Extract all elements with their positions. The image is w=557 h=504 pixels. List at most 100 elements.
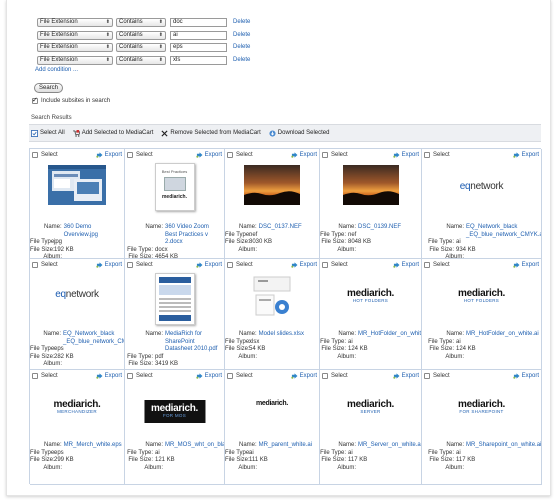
include-subsites-checkbox[interactable] bbox=[32, 96, 38, 104]
add-condition-link[interactable]: Add condition ... bbox=[35, 67, 78, 73]
field-select[interactable]: File Extension ⬍ bbox=[37, 30, 113, 40]
select-checkbox-label[interactable]: Select bbox=[32, 373, 58, 379]
select-checkbox-label[interactable]: Select bbox=[32, 152, 58, 158]
result-tile[interactable]: Select Export eqnetwork Name: EQ_Network_bla… bbox=[422, 149, 542, 259]
thumbnail[interactable]: eqnetwork bbox=[460, 181, 504, 192]
delete-condition-link[interactable]: Delete bbox=[233, 44, 250, 50]
thumbnail[interactable] bbox=[154, 273, 195, 325]
file-name-link[interactable]: EQ_Network_black _EQ_blue_network_CMYK.a… bbox=[466, 224, 541, 239]
thumbnail[interactable]: Best Practices mediarich. bbox=[154, 163, 195, 211]
select-checkbox-label[interactable]: Select bbox=[127, 152, 153, 158]
thumbnail[interactable]: mediarich. SERVER bbox=[347, 400, 394, 415]
result-tile[interactable]: Select Export mediarich. SERVER Name: MR_Serv… bbox=[320, 370, 422, 485]
select-checkbox-label[interactable]: Select bbox=[227, 262, 253, 268]
thumbnail[interactable] bbox=[48, 165, 106, 205]
thumbnail[interactable]: mediarich. FOR MOS bbox=[143, 400, 206, 423]
export-link[interactable]: Export bbox=[195, 373, 222, 379]
thumbnail[interactable] bbox=[244, 165, 300, 205]
delete-condition-link[interactable]: Delete bbox=[233, 32, 250, 38]
result-tile[interactable]: Select Export mediarich. HOT FOLDERS Name: MR… bbox=[320, 259, 422, 370]
select-checkbox[interactable] bbox=[32, 262, 38, 268]
select-checkbox[interactable] bbox=[424, 373, 430, 379]
select-checkbox[interactable] bbox=[424, 262, 430, 268]
thumbnail[interactable]: mediarich. HOT FOLDERS bbox=[347, 289, 394, 304]
select-checkbox-label[interactable]: Select bbox=[127, 262, 153, 268]
file-name-link[interactable]: MR_Server_on_white.ai bbox=[358, 442, 421, 450]
select-checkbox-label[interactable]: Select bbox=[424, 373, 450, 379]
result-tile[interactable]: Select Export Name: DSC_0139.NEF File Type: n… bbox=[320, 149, 422, 259]
select-checkbox[interactable] bbox=[127, 373, 133, 379]
export-link[interactable]: Export bbox=[392, 373, 419, 379]
file-name-link[interactable]: MR_HotFolder_on_white.ai bbox=[466, 331, 539, 339]
select-all-button[interactable]: Select All bbox=[31, 129, 65, 137]
select-checkbox[interactable] bbox=[32, 152, 38, 158]
condition-value-input[interactable]: eps bbox=[170, 42, 227, 52]
thumbnail[interactable] bbox=[342, 165, 399, 205]
search-button[interactable]: Search bbox=[34, 83, 64, 93]
export-link[interactable]: Export bbox=[95, 152, 122, 158]
select-checkbox[interactable] bbox=[127, 262, 133, 268]
add-to-mediacart-button[interactable]: Add Selected to MediaCart bbox=[72, 129, 153, 137]
select-checkbox-label[interactable]: Select bbox=[322, 262, 348, 268]
operator-select[interactable]: Contains ⬍ bbox=[116, 17, 166, 27]
condition-value-input[interactable]: ai bbox=[170, 30, 227, 40]
file-name-link[interactable]: DSC_0137.NEF bbox=[259, 224, 319, 232]
result-tile[interactable]: Select Export Name: DSC_0137.NEF File Type: n… bbox=[225, 149, 320, 259]
select-checkbox[interactable] bbox=[322, 262, 328, 268]
select-checkbox-label[interactable]: Select bbox=[424, 152, 450, 158]
operator-select[interactable]: Contains ⬍ bbox=[116, 42, 166, 52]
export-link[interactable]: Export bbox=[95, 373, 122, 379]
result-tile[interactable]: Select Export Name: 360 Demo Overview.jpg Fi… bbox=[30, 149, 125, 259]
export-link[interactable]: Export bbox=[392, 262, 419, 268]
select-checkbox[interactable] bbox=[322, 373, 328, 379]
export-link[interactable]: Export bbox=[290, 152, 317, 158]
export-link[interactable]: Export bbox=[290, 262, 317, 268]
field-select[interactable]: File Extension ⬍ bbox=[37, 42, 113, 52]
operator-select[interactable]: Contains ⬍ bbox=[116, 30, 166, 40]
export-link[interactable]: Export bbox=[512, 262, 539, 268]
result-tile[interactable]: Select Export Name: MediaRich for SharePoin… bbox=[125, 259, 225, 370]
select-checkbox[interactable] bbox=[227, 152, 233, 158]
select-checkbox[interactable] bbox=[227, 262, 233, 268]
result-tile[interactable]: Select Export mediarich. MERCHANDIZER Name: M… bbox=[30, 370, 125, 485]
delete-condition-link[interactable]: Delete bbox=[233, 19, 250, 25]
file-name-link[interactable]: MR_HotFolder_on_white.ai bbox=[358, 331, 421, 339]
file-name-link[interactable]: MediaRich for SharePoint Datasheet 2010.… bbox=[165, 331, 220, 354]
remove-from-mediacart-button[interactable]: Remove Selected from MediaCart bbox=[161, 129, 261, 137]
select-checkbox-label[interactable]: Select bbox=[127, 373, 153, 379]
condition-value-input[interactable]: xls bbox=[170, 55, 227, 65]
field-select[interactable]: File Extension ⬍ bbox=[37, 55, 113, 65]
file-name-link[interactable]: MR_parent_white.ai bbox=[259, 442, 319, 450]
result-tile[interactable]: Select Export mediarich. HOT FOLDERS Name: MR… bbox=[422, 259, 542, 370]
result-tile[interactable]: Select Export Name: Model slides.xlsx File T… bbox=[225, 259, 320, 370]
export-link[interactable]: Export bbox=[392, 152, 419, 158]
export-link[interactable]: Export bbox=[512, 373, 539, 379]
file-name-link[interactable]: MR_MOS_wht_on_black.ai bbox=[165, 442, 224, 450]
select-checkbox-label[interactable]: Select bbox=[424, 262, 450, 268]
select-checkbox-label[interactable]: Select bbox=[227, 373, 253, 379]
thumbnail[interactable] bbox=[250, 275, 294, 319]
field-select[interactable]: File Extension ⬍ bbox=[37, 17, 113, 27]
select-checkbox-label[interactable]: Select bbox=[32, 262, 58, 268]
download-selected-button[interactable]: Download Selected bbox=[269, 129, 329, 137]
file-name-link[interactable]: Model slides.xlsx bbox=[259, 331, 319, 339]
export-link[interactable]: Export bbox=[290, 373, 317, 379]
export-link[interactable]: Export bbox=[195, 262, 222, 268]
file-name-link[interactable]: DSC_0139.NEF bbox=[358, 224, 415, 232]
thumbnail[interactable]: mediarich. HOT FOLDERS bbox=[458, 289, 505, 304]
select-checkbox-label[interactable]: Select bbox=[322, 152, 348, 158]
select-checkbox[interactable] bbox=[227, 373, 233, 379]
file-name-link[interactable]: 360 Video Zoom Best Practices v 2.docx bbox=[165, 224, 220, 247]
result-tile[interactable]: Select Export mediarich. FOR MOS Name: MR_MOS… bbox=[125, 370, 225, 485]
file-name-link[interactable]: 360 Demo Overview.jpg bbox=[64, 224, 124, 239]
select-checkbox[interactable] bbox=[127, 152, 133, 158]
file-name-link[interactable]: EQ_Network_black _EQ_blue_network_CMYK.e… bbox=[63, 331, 124, 346]
thumbnail[interactable]: mediarich. FOR SHAREPOINT bbox=[458, 400, 505, 415]
result-tile[interactable]: Select Export Best Practices mediarich. Name… bbox=[125, 149, 225, 259]
delete-condition-link[interactable]: Delete bbox=[233, 57, 250, 63]
select-checkbox[interactable] bbox=[32, 373, 38, 379]
thumbnail[interactable]: mediarich. bbox=[256, 400, 288, 407]
file-name-link[interactable]: MR_Merch_white.eps bbox=[64, 442, 124, 450]
operator-select[interactable]: Contains ⬍ bbox=[116, 55, 166, 65]
include-subsites-option[interactable]: Include subsites in search bbox=[32, 96, 110, 104]
